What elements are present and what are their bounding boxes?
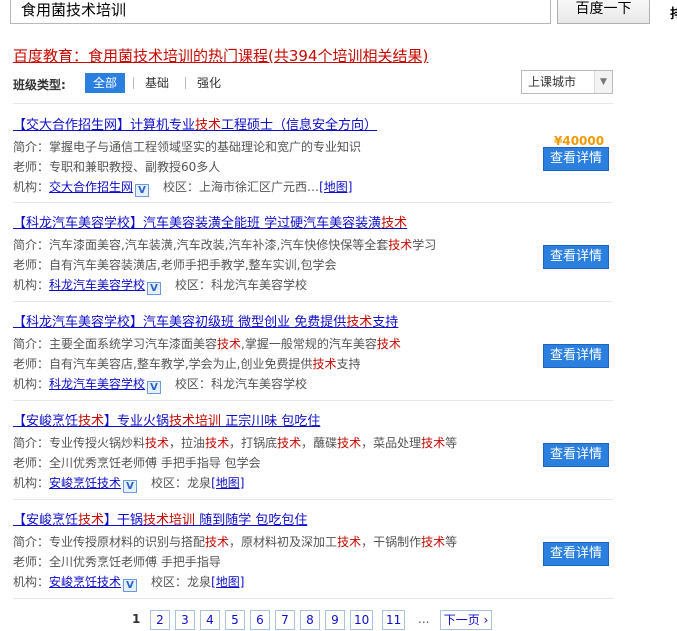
course-intro: 简介：专业传授原材料的识别与搭配技术，原材料初及深加工技术，干锅制作技术等 <box>13 535 458 549</box>
pagination: 1 2 3 4 5 6 7 8 9 10 11 ... 下一页 › <box>128 610 608 630</box>
course-org: 机构：安峻烹饪技术 V 校区：龙泉[地图] <box>13 575 245 592</box>
campus-value: 科龙汽车美容学校 <box>211 377 308 391</box>
page-link[interactable]: 5 <box>225 610 245 630</box>
course-org: 机构：交大合作招生网 V 校区：上海市徐汇区广元西…[地图] <box>13 180 353 197</box>
view-detail-button[interactable]: 查看详情 <box>543 245 609 269</box>
page-link[interactable]: 4 <box>200 610 220 630</box>
map-link[interactable]: [地图] <box>211 575 244 589</box>
campus-label: 校区： <box>151 476 188 490</box>
page-link[interactable]: 3 <box>175 610 195 630</box>
list-item: 【科龙汽车美容学校】汽车美容装潢全能班 学过硬汽车美容装潢技术 简介：汽车漆面美… <box>13 212 613 310</box>
course-intro: 简介：主要全面系统学习汽车漆面美容技术,掌握一般常规的汽车美容技术 <box>13 337 401 351</box>
view-detail-button[interactable]: 查看详情 <box>543 147 609 171</box>
campus-value: 科龙汽车美容学校 <box>211 278 308 292</box>
campus-value: 上海市徐汇区广元西… <box>199 180 320 194</box>
page-link[interactable]: 6 <box>250 610 270 630</box>
campus-label: 校区： <box>151 575 188 589</box>
search-input[interactable] <box>10 0 551 24</box>
campus-label: 校区： <box>163 180 200 194</box>
heading-prefix: 百度教育： <box>13 47 89 65</box>
filter-tab-basic[interactable]: 基础 <box>137 73 177 93</box>
course-title-link[interactable]: 【安峻烹饪技术】干锅技术培训 随到随学 包吃包住 <box>13 509 307 528</box>
course-teacher: 老师：全川优秀烹饪老师傅 手把手指导 <box>13 555 221 569</box>
campus-label: 校区： <box>175 377 212 391</box>
page-current: 1 <box>132 612 141 626</box>
org-link[interactable]: 安峻烹饪技术 <box>49 476 121 490</box>
verified-icon[interactable]: V <box>147 381 162 394</box>
org-link[interactable]: 科龙汽车美容学校 <box>49 278 145 292</box>
course-intro: 简介：汽车漆面美容,汽车装潢,汽车改装,汽车补漆,汽车快修快保等全套技术学习 <box>13 238 437 252</box>
next-page-button[interactable]: 下一页 › <box>440 610 492 630</box>
course-teacher: 老师：专职和兼职教授、副教授60多人 <box>13 160 221 174</box>
page-link[interactable]: 11 <box>382 610 406 630</box>
course-teacher: 老师：自有汽车美容店,整车教学,学会为止,创业免费提供技术支持 <box>13 357 361 371</box>
org-link[interactable]: 交大合作招生网 <box>49 180 133 194</box>
search-button[interactable]: 百度一下 <box>557 0 650 24</box>
edge-glyph: 排 <box>670 7 677 22</box>
course-teacher: 老师：自有汽车美容装潢店,老师手把手教学,整车实训,包学会 <box>13 258 337 272</box>
search-bar: 百度一下 排 <box>0 0 677 30</box>
list-item: 【科龙汽车美容学校】汽车美容初级班 微型创业 免费提供技术支持 简介：主要全面系… <box>13 311 613 409</box>
list-item: 【交大合作招生网】计算机专业技术工程硕士（信息安全方向） 简介：掌握电子与通信工… <box>13 114 613 212</box>
verified-icon[interactable]: V <box>123 579 138 592</box>
course-title-link[interactable]: 【交大合作招生网】计算机专业技术工程硕士（信息安全方向） <box>13 114 377 133</box>
course-teacher: 老师：全川优秀烹饪老师傅 手把手指导 包学会 <box>13 456 261 470</box>
list-item: 【安峻烹饪技术】干锅技术培训 随到随学 包吃包住 简介：专业传授原材料的识别与搭… <box>13 509 613 607</box>
course-intro: 简介：专业传授火锅炒料技术，拉油技术，打锅底技术，蘸碟技术，菜品处理技术等 <box>13 436 458 450</box>
course-org: 机构：科龙汽车美容学校 V 校区：科龙汽车美容学校 <box>13 377 308 394</box>
org-link[interactable]: 科龙汽车美容学校 <box>49 377 145 391</box>
price: ¥40000 <box>554 134 605 148</box>
city-select[interactable]: 上课城市 ▼ <box>521 70 613 94</box>
divider <box>13 202 613 203</box>
view-detail-button[interactable]: 查看详情 <box>543 344 609 368</box>
verified-icon[interactable]: V <box>147 282 162 295</box>
class-type-filter: 班级类型: 全部 基础 强化 上课城市 ▼ <box>13 70 613 98</box>
course-org: 机构：科龙汽车美容学校 V 校区：科龙汽车美容学校 <box>13 278 308 295</box>
page-link[interactable]: 2 <box>150 610 170 630</box>
filter-divider <box>133 77 134 89</box>
heading-suffix: 的热门课程(共394个培训相关结果) <box>193 47 429 65</box>
divider <box>13 301 613 302</box>
course-title-link[interactable]: 【科龙汽车美容学校】汽车美容初级班 微型创业 免费提供技术支持 <box>13 311 398 330</box>
page-ellipsis: ... <box>418 612 430 626</box>
course-title-link[interactable]: 【科龙汽车美容学校】汽车美容装潢全能班 学过硬汽车美容装潢技术 <box>13 212 407 231</box>
chevron-down-icon: ▼ <box>594 71 612 93</box>
page-link[interactable]: 8 <box>300 610 320 630</box>
campus-value: 龙泉 <box>187 476 212 490</box>
filter-label: 班级类型: <box>13 78 66 92</box>
divider <box>13 499 613 500</box>
city-select-value: 上课城市 <box>528 75 577 89</box>
campus-value: 龙泉 <box>187 575 212 589</box>
divider <box>13 598 613 599</box>
divider <box>13 103 613 104</box>
filter-divider <box>185 77 186 89</box>
divider <box>13 400 613 401</box>
page-link[interactable]: 7 <box>275 610 295 630</box>
list-item: 【安峻烹饪技术】专业火锅技术培训 正宗川味 包吃住 简介：专业传授火锅炒料技术，… <box>13 410 613 508</box>
filter-tab-all[interactable]: 全部 <box>85 73 126 93</box>
view-detail-button[interactable]: 查看详情 <box>543 542 609 566</box>
course-title-link[interactable]: 【安峻烹饪技术】专业火锅技术培训 正宗川味 包吃住 <box>13 410 320 429</box>
course-org: 机构：安峻烹饪技术 V 校区：龙泉[地图] <box>13 476 245 493</box>
map-link[interactable]: [地图] <box>319 180 352 194</box>
map-link[interactable]: [地图] <box>211 476 244 490</box>
page-link[interactable]: 9 <box>325 610 345 630</box>
verified-icon[interactable]: V <box>135 184 150 197</box>
campus-label: 校区： <box>175 278 212 292</box>
filter-tab-advanced[interactable]: 强化 <box>189 73 229 93</box>
org-link[interactable]: 安峻烹饪技术 <box>49 575 121 589</box>
verified-icon[interactable]: V <box>123 480 138 493</box>
heading-keyword: 食用菌技术培训 <box>88 47 194 65</box>
results-heading[interactable]: 百度教育：食用菌技术培训的热门课程(共394个培训相关结果) <box>13 45 428 66</box>
view-detail-button[interactable]: 查看详情 <box>543 443 609 467</box>
page-link[interactable]: 10 <box>350 610 374 630</box>
course-intro: 简介：掌握电子与通信工程领域坚实的基础理论和宽广的专业知识 <box>13 140 362 154</box>
